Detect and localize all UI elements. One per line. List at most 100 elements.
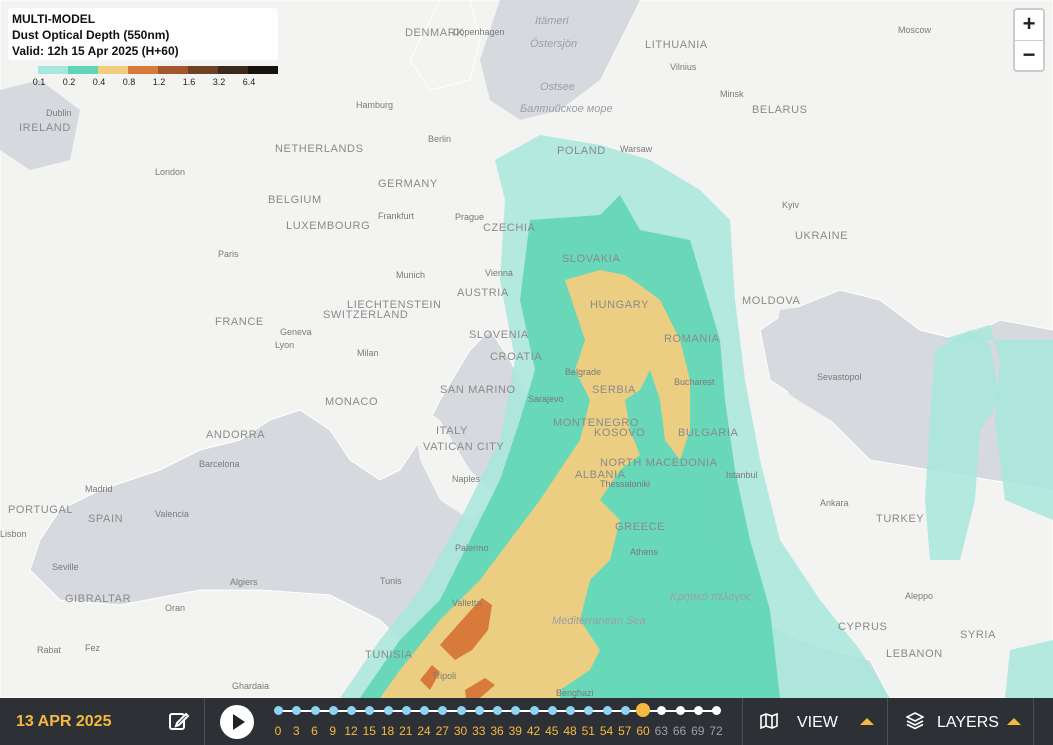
label-germany: GERMANY [378, 178, 438, 190]
layers-label: LAYERS [937, 714, 999, 731]
city-madrid: Madrid [85, 484, 113, 494]
timeline-tick[interactable] [547, 706, 557, 715]
timeline-tick[interactable] [292, 706, 302, 715]
timeline-tick[interactable] [566, 706, 575, 715]
city-aleppo: Aleppo [905, 591, 933, 601]
edit-date-icon[interactable] [168, 710, 190, 732]
legend-model: MULTI-MODEL [12, 12, 96, 26]
city-lisbon: Lisbon [0, 529, 27, 539]
city-tripoli: Tripoli [432, 671, 456, 681]
city-palermo: Palermo [455, 543, 489, 553]
city-prague: Prague [455, 212, 484, 222]
timeline-tick[interactable] [636, 703, 650, 717]
label-spain: SPAIN [88, 513, 123, 525]
scale-swatch [218, 66, 248, 74]
scale-swatch [38, 66, 68, 74]
separator [887, 698, 888, 745]
timeline-tick[interactable] [693, 706, 703, 715]
timeline-tick[interactable] [274, 706, 283, 715]
timeline-tick[interactable] [365, 706, 375, 715]
city-hamburg: Hamburg [356, 100, 393, 110]
label-ukraine: UKRAINE [795, 230, 848, 242]
label-czechia: CZECHIA [483, 222, 536, 234]
city-dublin: Dublin [46, 108, 72, 118]
label-syria: SYRIA [960, 629, 996, 641]
label-serbia: SERBIA [592, 384, 636, 396]
city-paris: Paris [218, 249, 239, 259]
city-copenhagen: Copenhagen [453, 27, 505, 37]
map[interactable]: DENMARK LITHUANIA BELARUS IRELAND NETHER… [0, 0, 1053, 698]
scale-label: 6.4 [242, 77, 256, 87]
timeline-tick[interactable] [456, 706, 466, 715]
label-cyprus: CYPRUS [838, 621, 887, 633]
scale-label: 0.1 [32, 77, 46, 87]
label-france: FRANCE [215, 316, 264, 328]
timeline-tick[interactable] [383, 706, 393, 715]
city-belgrade: Belgrade [565, 367, 601, 377]
scale-label: 0.2 [62, 77, 76, 87]
label-poland: POLAND [557, 145, 606, 157]
city-barcelona: Barcelona [199, 459, 240, 469]
label-austria: AUSTRIA [457, 287, 509, 299]
label-lithuania: LITHUANIA [645, 39, 708, 51]
city-minsk: Minsk [720, 89, 744, 99]
city-vilnius: Vilnius [670, 62, 697, 72]
timeline-tick[interactable] [657, 706, 667, 715]
caret-up-icon [860, 718, 874, 725]
label-san-marino: SAN MARINO [440, 384, 516, 396]
timeline-tick[interactable] [712, 706, 721, 715]
legend-scale-labels: 0.1 0.2 0.4 0.8 1.2 1.6 3.2 6.4 [26, 77, 286, 89]
timeline-tick[interactable] [620, 706, 630, 715]
city-fez: Fez [85, 643, 101, 653]
view-menu-button[interactable]: VIEW [760, 698, 884, 745]
timeline-tick[interactable] [529, 706, 539, 715]
label-belarus: BELARUS [752, 104, 808, 116]
city-athens: Athens [630, 547, 659, 557]
label-portugal: PORTUGAL [8, 504, 73, 516]
scale-swatch [68, 66, 98, 74]
play-button[interactable] [220, 705, 254, 739]
timeline-tick[interactable] [347, 706, 356, 715]
label-north-macedonia: NORTH MACEDONIA [600, 457, 718, 469]
zoom-out-button[interactable]: − [1015, 41, 1043, 71]
separator [742, 698, 743, 745]
timeline-tick[interactable] [310, 706, 320, 715]
label-bulgaria: BULGARIA [678, 427, 738, 439]
timeline-tick[interactable] [511, 706, 521, 715]
map-legend: MULTI-MODEL Dust Optical Depth (550nm) V… [8, 8, 278, 60]
map-icon [760, 713, 778, 729]
timeline-tick[interactable] [493, 706, 502, 715]
label-belgium: BELGIUM [268, 194, 322, 206]
zoom-control: + − [1013, 8, 1045, 72]
city-bucharest: Bucharest [674, 377, 715, 387]
legend-variable: Dust Optical Depth (550nm) [12, 28, 170, 42]
city-munich: Munich [396, 270, 425, 280]
timeline-tick[interactable] [474, 706, 484, 715]
timeline-tick[interactable] [602, 706, 612, 715]
timeline-hour-label[interactable]: 72 [705, 724, 727, 738]
label-hungary: HUNGARY [590, 299, 649, 311]
city-valencia: Valencia [155, 509, 189, 519]
timeline-tick[interactable] [401, 706, 411, 715]
city-ankara: Ankara [820, 498, 849, 508]
timeline-tick[interactable] [438, 706, 448, 715]
label-tunisia: TUNISIA [365, 649, 413, 661]
sea-baltic-russian: Балтийское море [520, 103, 613, 115]
timeline-tick[interactable] [584, 706, 594, 715]
view-label: VIEW [797, 714, 838, 731]
label-luxembourg: LUXEMBOURG [286, 220, 370, 232]
city-oran: Oran [165, 603, 185, 613]
timeline-tick[interactable] [420, 706, 429, 715]
city-berlin: Berlin [428, 134, 451, 144]
layers-menu-button[interactable]: LAYERS [900, 698, 1030, 745]
city-tunis: Tunis [380, 576, 402, 586]
timeline-tick[interactable] [328, 706, 338, 715]
legend-color-scale [38, 66, 278, 74]
timeline-tick[interactable] [675, 706, 685, 715]
label-moldova: MOLDOVA [742, 295, 800, 307]
label-romania: ROMANIA [664, 333, 720, 345]
scale-swatch [158, 66, 188, 74]
zoom-in-button[interactable]: + [1015, 10, 1043, 41]
label-monaco: MONACO [325, 396, 378, 408]
sea-ostersjon: Östersjön [530, 38, 577, 50]
